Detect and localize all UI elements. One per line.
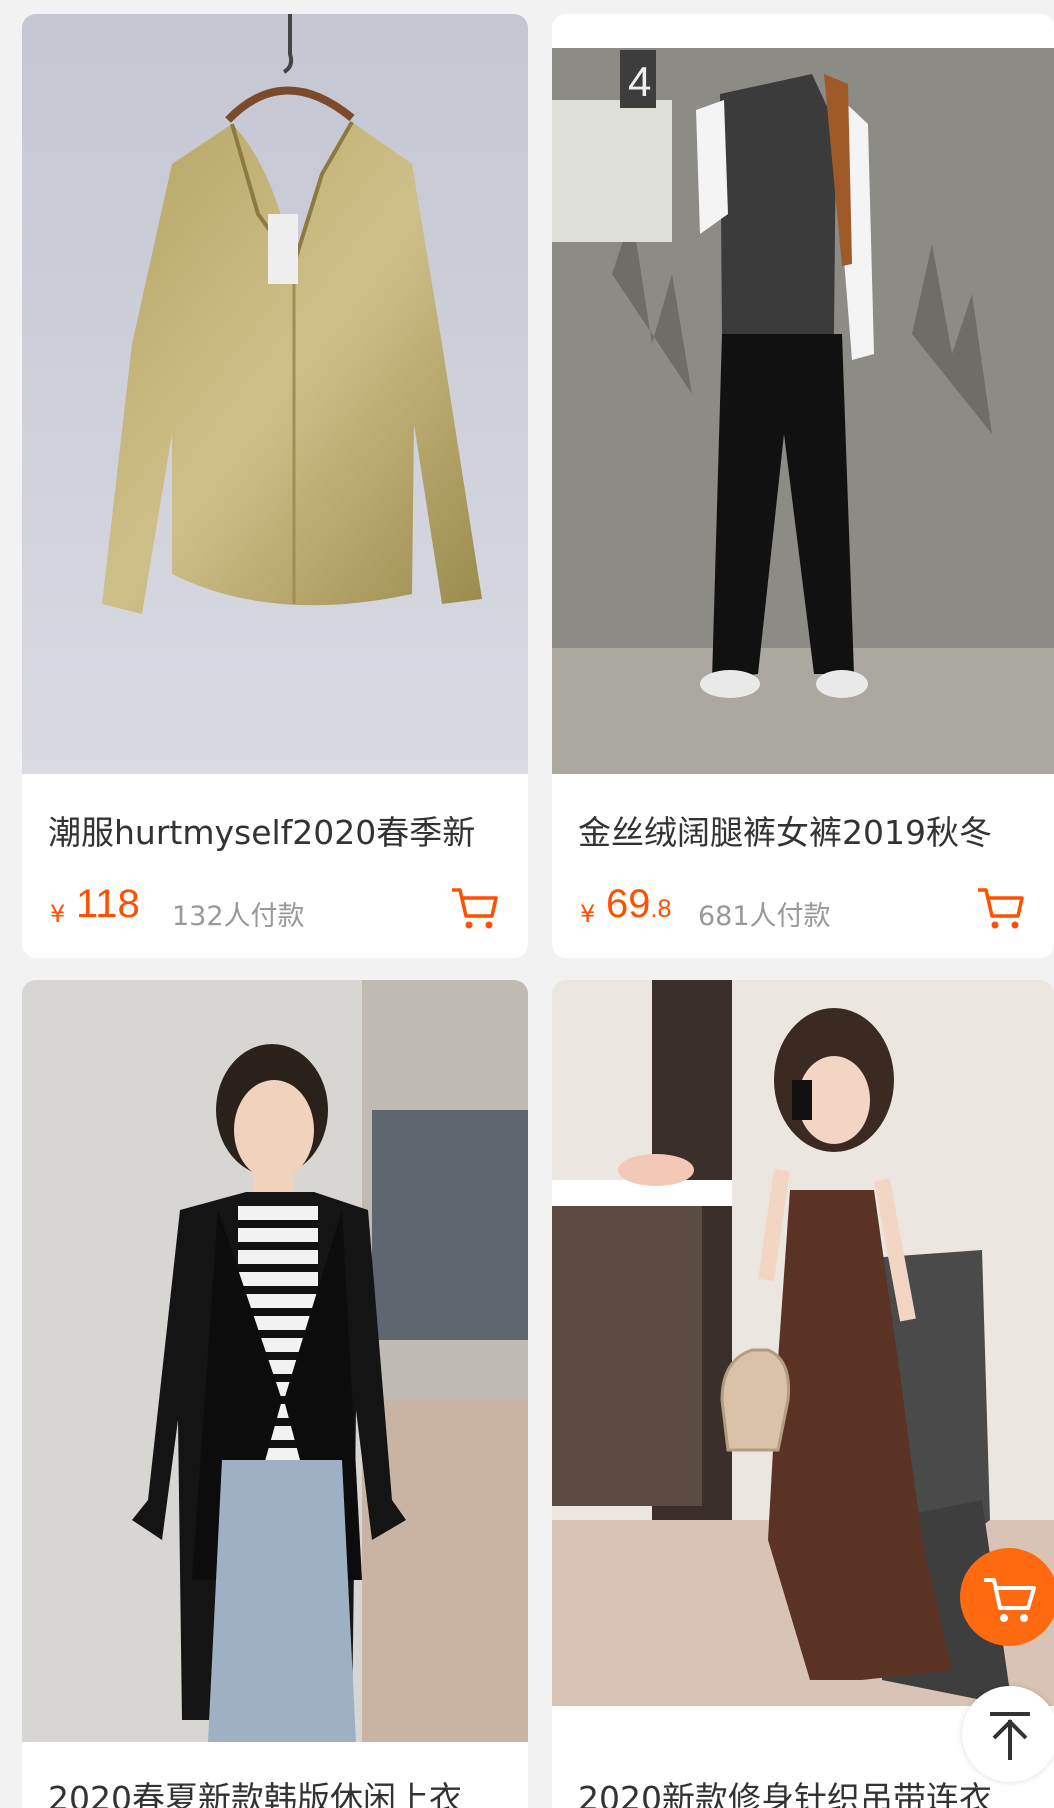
add-to-cart-icon[interactable] <box>448 882 500 934</box>
add-to-cart-icon[interactable] <box>974 882 1026 934</box>
price-row: ¥ 118 132人付款 <box>50 882 508 938</box>
sales-count: 681人付款 <box>698 901 831 932</box>
product-price: 118 <box>76 882 140 927</box>
arrow-up-icon <box>990 1712 1030 1760</box>
product-image[interactable] <box>22 14 528 774</box>
product-image[interactable]: 4 <box>552 14 1054 774</box>
svg-text:4: 4 <box>628 58 651 105</box>
price-row: ¥ 69.8 681人付款 <box>580 882 1034 938</box>
product-title[interactable]: 金丝绒阔腿裤女裤2019秋冬 <box>578 806 1034 854</box>
price-integer: 118 <box>76 882 140 926</box>
shopping-cart-icon <box>984 1578 1036 1622</box>
product-title[interactable]: 2020春夏新款韩版休闲上衣 <box>48 1772 508 1808</box>
product-card[interactable]: 潮服hurtmyself2020春季新 ¥ 118 132人付款 <box>22 14 528 958</box>
product-card[interactable]: 2020春夏新款韩版休闲上衣 <box>22 980 528 1808</box>
product-card[interactable]: 4 金丝绒阔腿裤女裤2019秋冬 ¥ 69.8 681人付款 <box>552 14 1054 958</box>
product-price: 69.8 <box>606 882 671 927</box>
product-title[interactable]: 潮服hurtmyself2020春季新 <box>48 806 508 854</box>
currency-symbol: ¥ <box>50 900 66 928</box>
currency-symbol: ¥ <box>580 900 596 928</box>
back-to-top-button[interactable] <box>962 1686 1054 1782</box>
product-feed: 潮服hurtmyself2020春季新 ¥ 118 132人付款 4 金丝绒阔腿… <box>0 0 1054 1808</box>
price-decimal: .8 <box>650 895 672 923</box>
sales-count: 132人付款 <box>172 901 305 932</box>
price-integer: 69 <box>606 882 651 926</box>
product-image[interactable] <box>22 980 528 1742</box>
floating-cart-button[interactable] <box>960 1548 1054 1646</box>
product-card[interactable]: 2020新款修身针织吊带连衣 <box>552 980 1054 1808</box>
